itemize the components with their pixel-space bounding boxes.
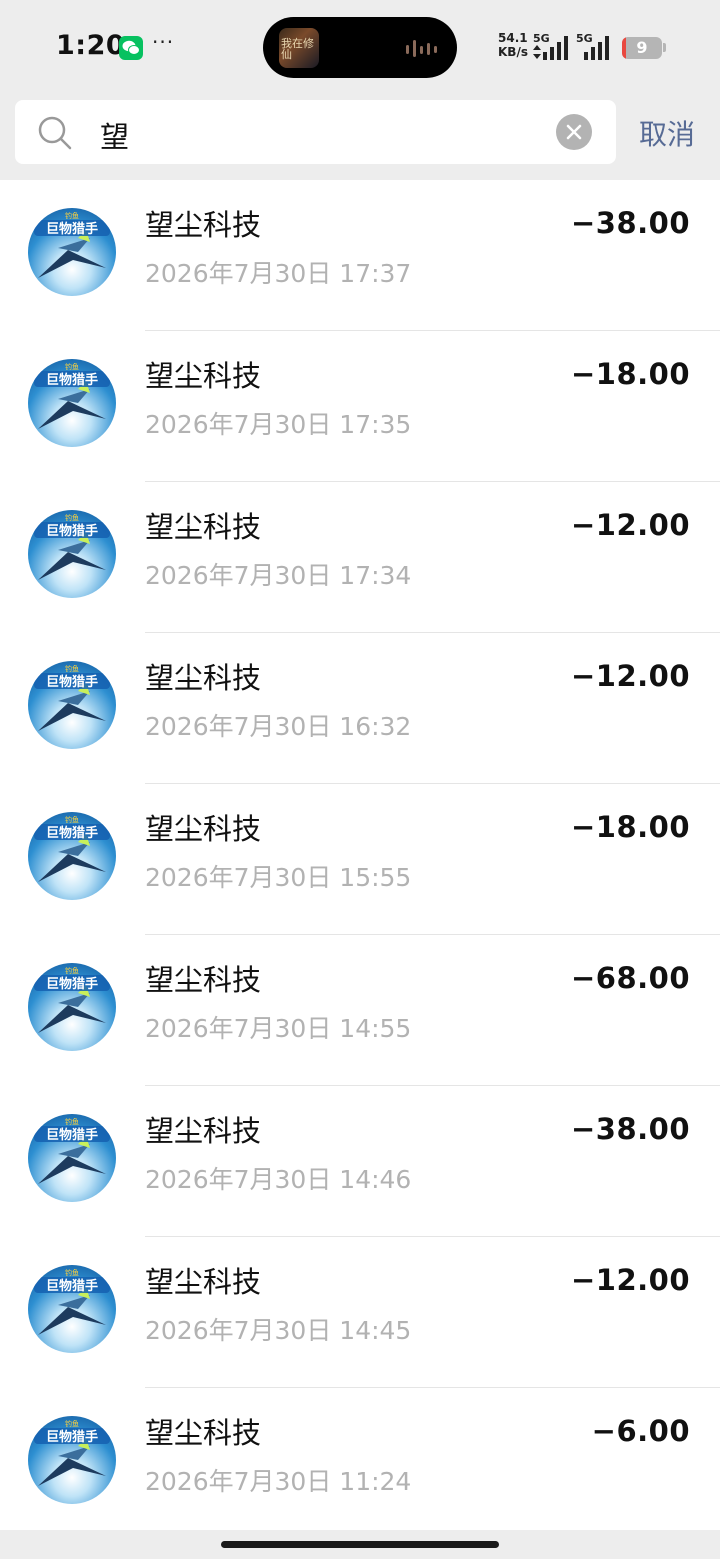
merchant-name: 望尘科技 (145, 812, 262, 846)
avatar-caption-small: 钓鱼 (65, 362, 79, 371)
now-playing-artwork: 我在修仙 (279, 28, 319, 68)
merchant-avatar: 钓鱼 巨物猎手 (28, 1114, 116, 1202)
merchant-avatar: 钓鱼 巨物猎手 (28, 661, 116, 749)
avatar-caption: 巨物猎手 (46, 976, 98, 992)
transaction-row[interactable]: 钓鱼 巨物猎手 望尘科技 2026年7月30日 11:24 −6.00 (0, 1388, 720, 1530)
merchant-name: 望尘科技 (145, 963, 262, 997)
battery-icon: 9 (622, 37, 662, 59)
avatar-caption-small: 钓鱼 (65, 1117, 79, 1126)
avatar-caption: 巨物猎手 (46, 1278, 98, 1294)
transaction-amount: −18.00 (570, 810, 690, 844)
transaction-row[interactable]: 钓鱼 巨物猎手 望尘科技 2026年7月30日 14:45 −12.00 (0, 1237, 720, 1388)
dynamic-island[interactable]: 我在修仙 (263, 17, 457, 78)
transaction-amount: −6.00 (591, 1414, 690, 1448)
transaction-datetime: 2026年7月30日 17:34 (145, 561, 412, 590)
battery-tip (663, 43, 666, 52)
avatar-caption-small: 钓鱼 (65, 1268, 79, 1277)
transaction-datetime: 2026年7月30日 17:35 (145, 410, 412, 439)
battery-level: 9 (636, 38, 648, 57)
merchant-avatar: 钓鱼 巨物猎手 (28, 359, 116, 447)
clear-search-icon[interactable] (556, 114, 592, 150)
transaction-amount: −12.00 (570, 659, 690, 693)
merchant-name: 望尘科技 (145, 661, 262, 695)
transaction-datetime: 2026年7月30日 11:24 (145, 1467, 412, 1496)
transaction-amount: −18.00 (570, 357, 690, 391)
audio-wave-icon (406, 40, 437, 57)
transaction-amount: −12.00 (570, 508, 690, 542)
now-playing-artwork-text: 我在修仙 (281, 37, 314, 61)
merchant-avatar: 钓鱼 巨物猎手 (28, 1265, 116, 1353)
merchant-avatar: 钓鱼 巨物猎手 (28, 963, 116, 1051)
search-box[interactable]: 望 (15, 100, 616, 164)
transaction-amount: −38.00 (570, 1112, 690, 1146)
sim1-signal: 5G (533, 32, 573, 60)
network-speed: 54.1 KB/s (498, 31, 528, 59)
data-arrows-icon (533, 45, 541, 59)
transaction-datetime: 2026年7月30日 16:32 (145, 712, 412, 741)
wechat-notification-icon (119, 36, 143, 60)
avatar-caption: 巨物猎手 (46, 372, 98, 388)
status-time: 1:20 (56, 30, 126, 61)
avatar-caption-small: 钓鱼 (65, 966, 79, 975)
transaction-row[interactable]: 钓鱼 巨物猎手 望尘科技 2026年7月30日 14:46 −38.00 (0, 1086, 720, 1237)
avatar-caption-small: 钓鱼 (65, 664, 79, 673)
transaction-row[interactable]: 钓鱼 巨物猎手 望尘科技 2026年7月30日 15:55 −18.00 (0, 784, 720, 935)
avatar-caption-small: 钓鱼 (65, 1419, 79, 1428)
network-speed-value: 54.1 (498, 31, 528, 45)
status-bar: 1:20 ··· 我在修仙 54.1 KB/s 5G 5G 9 (0, 0, 720, 92)
transaction-datetime: 2026年7月30日 15:55 (145, 863, 412, 892)
merchant-name: 望尘科技 (145, 1416, 262, 1450)
avatar-caption-small: 钓鱼 (65, 513, 79, 522)
avatar-caption: 巨物猎手 (46, 1127, 98, 1143)
merchant-name: 望尘科技 (145, 1114, 262, 1148)
search-input[interactable]: 望 (100, 114, 129, 156)
transaction-list: 钓鱼 巨物猎手 望尘科技 2026年7月30日 17:37 −38.00 钓鱼 巨物猎手 望尘… (0, 180, 720, 1530)
merchant-name: 望尘科技 (145, 208, 262, 242)
home-indicator[interactable] (221, 1541, 499, 1548)
avatar-caption: 巨物猎手 (46, 1429, 98, 1445)
avatar-caption-small: 钓鱼 (65, 815, 79, 824)
merchant-avatar: 钓鱼 巨物猎手 (28, 1416, 116, 1504)
transaction-row[interactable]: 钓鱼 巨物猎手 望尘科技 2026年7月30日 17:37 −38.00 (0, 180, 720, 331)
transaction-amount: −68.00 (570, 961, 690, 995)
transaction-datetime: 2026年7月30日 14:46 (145, 1165, 412, 1194)
merchant-avatar: 钓鱼 巨物猎手 (28, 812, 116, 900)
transaction-row[interactable]: 钓鱼 巨物猎手 望尘科技 2026年7月30日 16:32 −12.00 (0, 633, 720, 784)
transaction-row[interactable]: 钓鱼 巨物猎手 望尘科技 2026年7月30日 17:35 −18.00 (0, 331, 720, 482)
signal-bars-icon (584, 36, 609, 60)
transaction-amount: −38.00 (570, 206, 690, 240)
transaction-datetime: 2026年7月30日 14:55 (145, 1014, 412, 1043)
merchant-name: 望尘科技 (145, 359, 262, 393)
transaction-datetime: 2026年7月30日 17:37 (145, 259, 412, 288)
transaction-row[interactable]: 钓鱼 巨物猎手 望尘科技 2026年7月30日 14:55 −68.00 (0, 935, 720, 1086)
cancel-button[interactable]: 取消 (639, 113, 695, 153)
merchant-name: 望尘科技 (145, 1265, 262, 1299)
transaction-amount: −12.00 (570, 1263, 690, 1297)
signal-bars-icon (543, 36, 568, 60)
sim2-signal: 5G (576, 32, 616, 60)
more-notifications-icon: ··· (152, 30, 175, 54)
avatar-caption: 巨物猎手 (46, 523, 98, 539)
avatar-caption-small: 钓鱼 (65, 211, 79, 220)
avatar-caption: 巨物猎手 (46, 221, 98, 237)
avatar-caption: 巨物猎手 (46, 825, 98, 841)
search-icon (38, 116, 72, 150)
merchant-avatar: 钓鱼 巨物猎手 (28, 510, 116, 598)
network-speed-unit: KB/s (498, 45, 528, 59)
transaction-row[interactable]: 钓鱼 巨物猎手 望尘科技 2026年7月30日 17:34 −12.00 (0, 482, 720, 633)
merchant-avatar: 钓鱼 巨物猎手 (28, 208, 116, 296)
avatar-caption: 巨物猎手 (46, 674, 98, 690)
transaction-datetime: 2026年7月30日 14:45 (145, 1316, 412, 1345)
merchant-name: 望尘科技 (145, 510, 262, 544)
